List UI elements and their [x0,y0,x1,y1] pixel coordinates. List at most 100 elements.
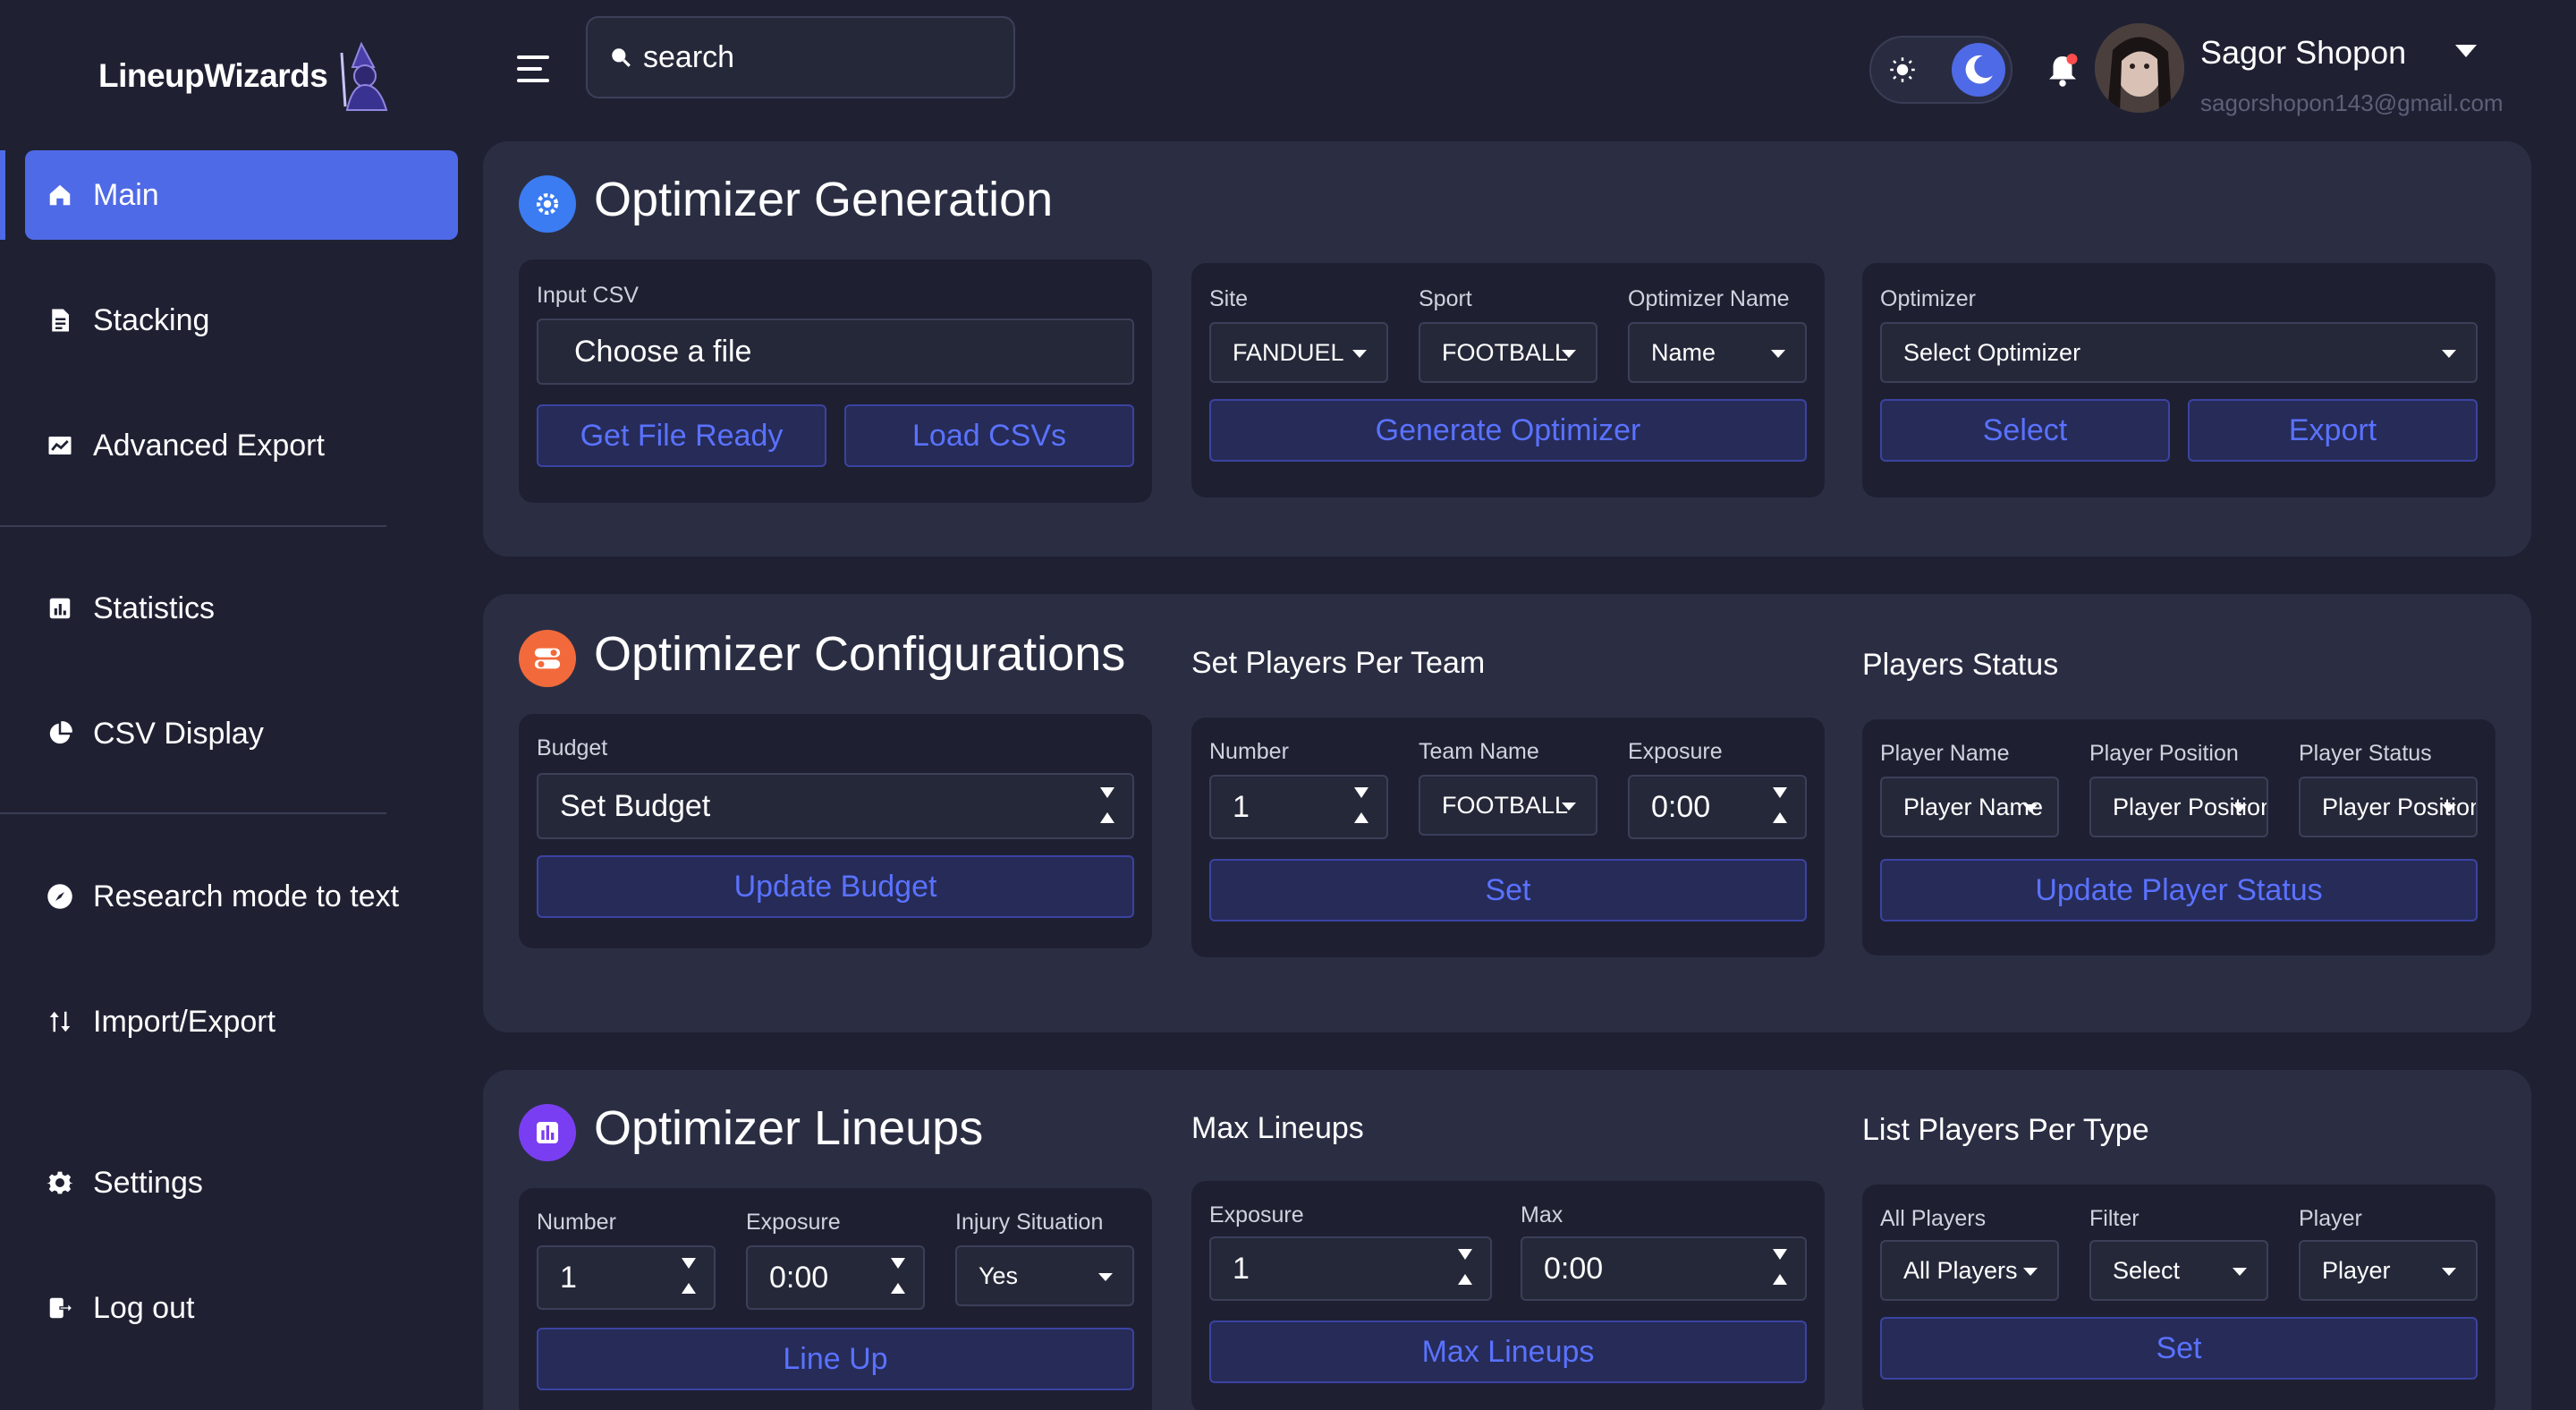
update-budget-button[interactable]: Update Budget [537,855,1134,918]
budget-input[interactable]: Set Budget [537,773,1134,839]
filter-label: Filter [2089,1206,2140,1231]
sidebar-item-import-export[interactable]: Import/Export [25,977,458,1066]
chevron-down-icon [2442,350,2456,358]
sidebar-item-research-mode[interactable]: Research mode to text [25,852,458,941]
player-name-select[interactable]: Player Name [1880,777,2059,837]
lineup-number-input[interactable]: 1 [537,1245,716,1310]
chart-line-icon [47,432,73,459]
sidebar-item-main[interactable]: Main [25,150,458,240]
get-file-ready-button[interactable]: Get File Ready [537,404,826,467]
chevron-down-icon [2233,1268,2247,1276]
site-select[interactable]: FANDUEL [1209,322,1388,383]
budget-label: Budget [537,735,608,760]
step-down-icon[interactable] [1100,787,1114,798]
number-stepper[interactable] [1354,787,1368,823]
step-up-icon[interactable] [1100,812,1114,823]
notification-bell-icon[interactable] [2046,52,2079,88]
number-stepper[interactable] [1458,1249,1472,1285]
step-up-icon[interactable] [1354,812,1368,823]
chevron-down-icon [2442,804,2456,812]
compass-icon [47,883,73,910]
sidebar-item-logout[interactable]: Log out [25,1263,458,1353]
budget-placeholder: Set Budget [560,788,711,823]
file-chooser[interactable]: Choose a file [537,319,1134,385]
avatar[interactable] [2095,23,2184,113]
sidebar-item-csv-display[interactable]: CSV Display [25,689,458,778]
optimizer-configurations-section: Optimizer Configurations Set Players Per… [483,594,2531,1032]
step-up-icon[interactable] [891,1283,905,1294]
exposure-input[interactable]: 0:00 [1628,775,1807,839]
step-down-icon[interactable] [1773,1249,1787,1260]
sun-icon[interactable] [1889,56,1916,83]
optimizer-value: Select Optimizer [1903,338,2081,366]
menu-toggle-button[interactable] [517,55,549,82]
active-indicator [0,150,5,240]
max-exposure-input[interactable]: 1 [1209,1236,1492,1301]
sport-select[interactable]: FOOTBALL [1419,322,1597,383]
sidebar-item-settings[interactable]: Settings [25,1138,458,1227]
step-down-icon[interactable] [891,1258,905,1269]
exposure-value: 0:00 [1651,789,1711,824]
step-up-icon[interactable] [1773,1274,1787,1285]
players-status-card: Player Name Player Position Player Statu… [1862,719,2496,956]
optimizer-select[interactable]: Select Optimizer [1880,322,2478,383]
sidebar-item-statistics[interactable]: Statistics [25,564,458,653]
search-box[interactable] [586,16,1015,98]
player-select[interactable]: Player [2299,1240,2478,1301]
wizard-logo-icon [340,41,388,111]
player-status-select[interactable]: Player Position [2299,777,2478,837]
max-exposure-label: Exposure [1209,1202,1304,1227]
avatar-image [2095,23,2184,113]
step-down-icon[interactable] [682,1258,696,1269]
update-player-status-button[interactable]: Update Player Status [1880,859,2478,922]
generate-optimizer-button[interactable]: Generate Optimizer [1209,399,1807,462]
max-exposure-value: 1 [1233,1251,1250,1286]
injury-situation-select[interactable]: Yes [955,1245,1134,1306]
set-players-per-team-button[interactable]: Set [1209,859,1807,922]
search-input[interactable] [643,39,983,75]
theme-toggle[interactable] [1869,36,2012,104]
number-stepper[interactable] [682,1258,696,1294]
number-stepper[interactable] [1773,1249,1787,1285]
toggles-icon [519,630,576,687]
load-csvs-button[interactable]: Load CSVs [844,404,1134,467]
dark-mode-button[interactable] [1952,43,2005,97]
step-down-icon[interactable] [1458,1249,1472,1260]
player-position-select[interactable]: Player Position [2089,777,2268,837]
step-down-icon[interactable] [1773,787,1787,798]
step-down-icon[interactable] [1354,787,1368,798]
step-up-icon[interactable] [1458,1274,1472,1285]
optimizer-name-select[interactable]: Name [1628,322,1807,383]
export-button[interactable]: Export [2188,399,2478,462]
lineup-exposure-input[interactable]: 0:00 [746,1245,925,1310]
set-per-type-button[interactable]: Set [1880,1317,2478,1380]
max-lineups-button[interactable]: Max Lineups [1209,1321,1807,1383]
brand-logo[interactable]: LineupWizards [98,36,392,116]
search-icon [612,48,631,67]
step-up-icon[interactable] [1773,812,1787,823]
team-name-label: Team Name [1419,739,1539,764]
players-status-title: Players Status [1862,648,2059,682]
sidebar-item-advanced-export[interactable]: Advanced Export [25,401,458,490]
step-up-icon[interactable] [682,1283,696,1294]
number-label: Number [1209,739,1289,764]
team-name-select[interactable]: FOOTBALL [1419,775,1597,836]
bar-chart-icon [47,595,73,622]
number-input[interactable]: 1 [1209,775,1388,839]
number-value: 1 [1233,789,1250,824]
chevron-down-icon [2023,1268,2038,1276]
number-stepper[interactable] [1100,787,1114,823]
all-players-select[interactable]: All Players [1880,1240,2059,1301]
line-up-button[interactable]: Line Up [537,1328,1134,1390]
max-lineups-card: Exposure Max 1 0:00 Max Lineups [1191,1181,1825,1410]
number-stepper[interactable] [891,1258,905,1294]
sidebar-item-stacking[interactable]: Stacking [25,276,458,365]
number-stepper[interactable] [1773,787,1787,823]
user-name[interactable]: Sagor Shopon [2200,34,2406,72]
sidebar-item-label: Statistics [93,590,216,625]
lineup-exposure-value: 0:00 [769,1260,829,1295]
filter-select[interactable]: Select [2089,1240,2268,1301]
max-input[interactable]: 0:00 [1521,1236,1807,1301]
user-menu-caret-icon[interactable] [2455,45,2477,57]
select-button[interactable]: Select [1880,399,2170,462]
